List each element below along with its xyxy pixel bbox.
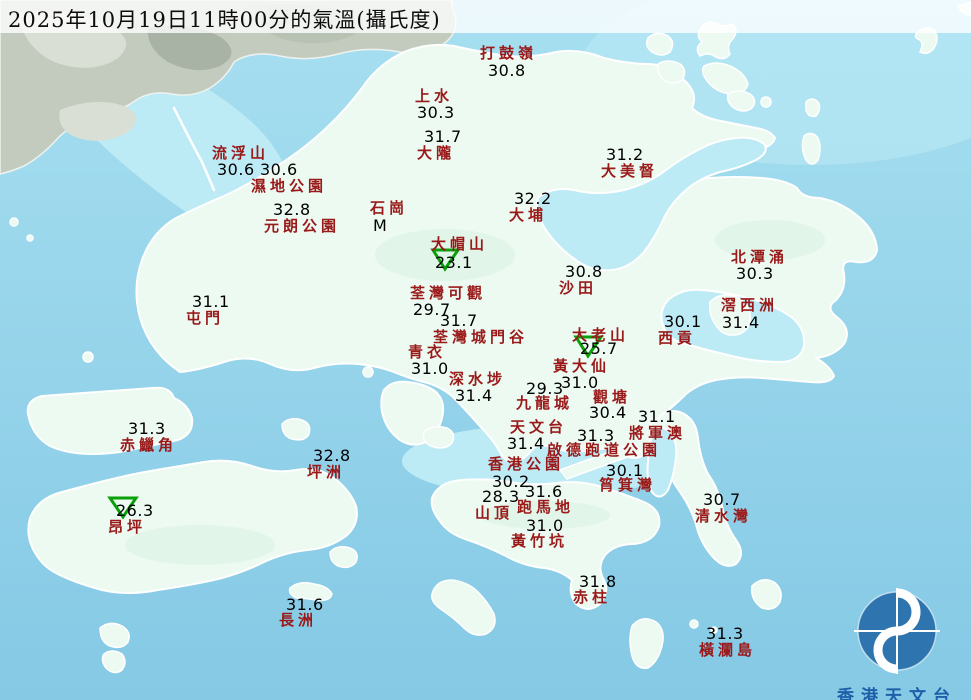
station-value: 30.1 <box>606 463 644 479</box>
station-value: 32.2 <box>514 191 552 207</box>
station-name: 香港公園 <box>488 456 564 473</box>
station-name: 黃竹坑 <box>511 533 568 550</box>
station-name: 長洲 <box>279 612 317 629</box>
station-name: 大埔 <box>509 207 547 224</box>
station-value: 31.1 <box>192 294 230 310</box>
station-name: 赤鱲角 <box>120 437 177 454</box>
hko-logo-name-zh: 香港天文台 <box>807 682 971 700</box>
station-value: 25.7 <box>580 341 618 357</box>
station-value: 28.3 <box>482 489 520 505</box>
station-value: 32.8 <box>313 448 351 464</box>
station-name: 大帽山 <box>431 236 488 253</box>
station-value: M <box>373 218 387 234</box>
station-value: 31.3 <box>706 626 744 642</box>
station-name: 元朗公園 <box>264 218 340 235</box>
station-value: 30.3 <box>736 266 774 282</box>
station-name: 西貢 <box>658 330 696 347</box>
station-value: 31.6 <box>525 484 563 500</box>
station-name: 石崗 <box>370 200 408 217</box>
station-value: 26.3 <box>116 503 154 519</box>
station-value: 31.3 <box>577 428 615 444</box>
station-name: 荃灣城門谷 <box>433 329 528 346</box>
station-value: 32.8 <box>273 202 311 218</box>
title-bar: 2025年10月19日11時00分的氣溫(攝氏度) <box>0 0 971 33</box>
station-value: 31.4 <box>455 388 493 404</box>
station-value: 31.8 <box>579 574 617 590</box>
station-value: 31.7 <box>440 313 478 329</box>
station-name: 沙田 <box>559 280 597 297</box>
station-name: 橫瀾島 <box>699 642 756 659</box>
station-name: 大美督 <box>601 163 658 180</box>
station-value: 29.3 <box>526 381 564 397</box>
station-value: 31.0 <box>526 518 564 534</box>
station-name: 山頂 <box>475 505 513 522</box>
station-value: 30.7 <box>703 492 741 508</box>
station-name: 打鼓嶺 <box>480 45 537 62</box>
station-name: 赤柱 <box>573 589 611 606</box>
station-value: 31.4 <box>722 315 760 331</box>
station-value: 31.6 <box>286 597 324 613</box>
station-name: 屯門 <box>186 310 224 327</box>
station-name: 將軍澳 <box>629 425 686 442</box>
station-value: 31.3 <box>128 421 166 437</box>
station-value: 30.4 <box>589 405 627 421</box>
station-value: 31.0 <box>411 361 449 377</box>
station-value: 30.1 <box>664 314 702 330</box>
station-value: 31.1 <box>638 409 676 425</box>
temperature-map-screen: 打鼓嶺30.8上水30.3大隴31.7流浮山30.6濕地公園30.6元朗公園32… <box>0 0 971 700</box>
station-name: 滘西洲 <box>721 297 778 314</box>
hko-logo-icon <box>852 586 942 676</box>
station-value: 30.8 <box>565 264 603 280</box>
station-name: 坪洲 <box>307 464 345 481</box>
page-title: 2025年10月19日11時00分的氣溫(攝氏度) <box>8 4 441 34</box>
station-value: 23.1 <box>435 255 473 271</box>
station-name: 清水灣 <box>695 508 752 525</box>
station-value: 31.7 <box>424 129 462 145</box>
station-value: 30.8 <box>488 63 526 79</box>
hko-logo: 香港天文台 HONG KONG OBSERVATORY <box>807 586 971 700</box>
station-value: 31.4 <box>507 436 545 452</box>
station-value: 31.2 <box>606 147 644 163</box>
station-name: 濕地公園 <box>251 178 327 195</box>
station-value: 30.6 <box>217 162 255 178</box>
station-name: 跑馬地 <box>517 499 574 516</box>
station-value: 30.3 <box>417 105 455 121</box>
station-value: 30.6 <box>260 162 298 178</box>
station-name: 昂坪 <box>108 519 146 536</box>
station-name: 大隴 <box>417 145 455 162</box>
